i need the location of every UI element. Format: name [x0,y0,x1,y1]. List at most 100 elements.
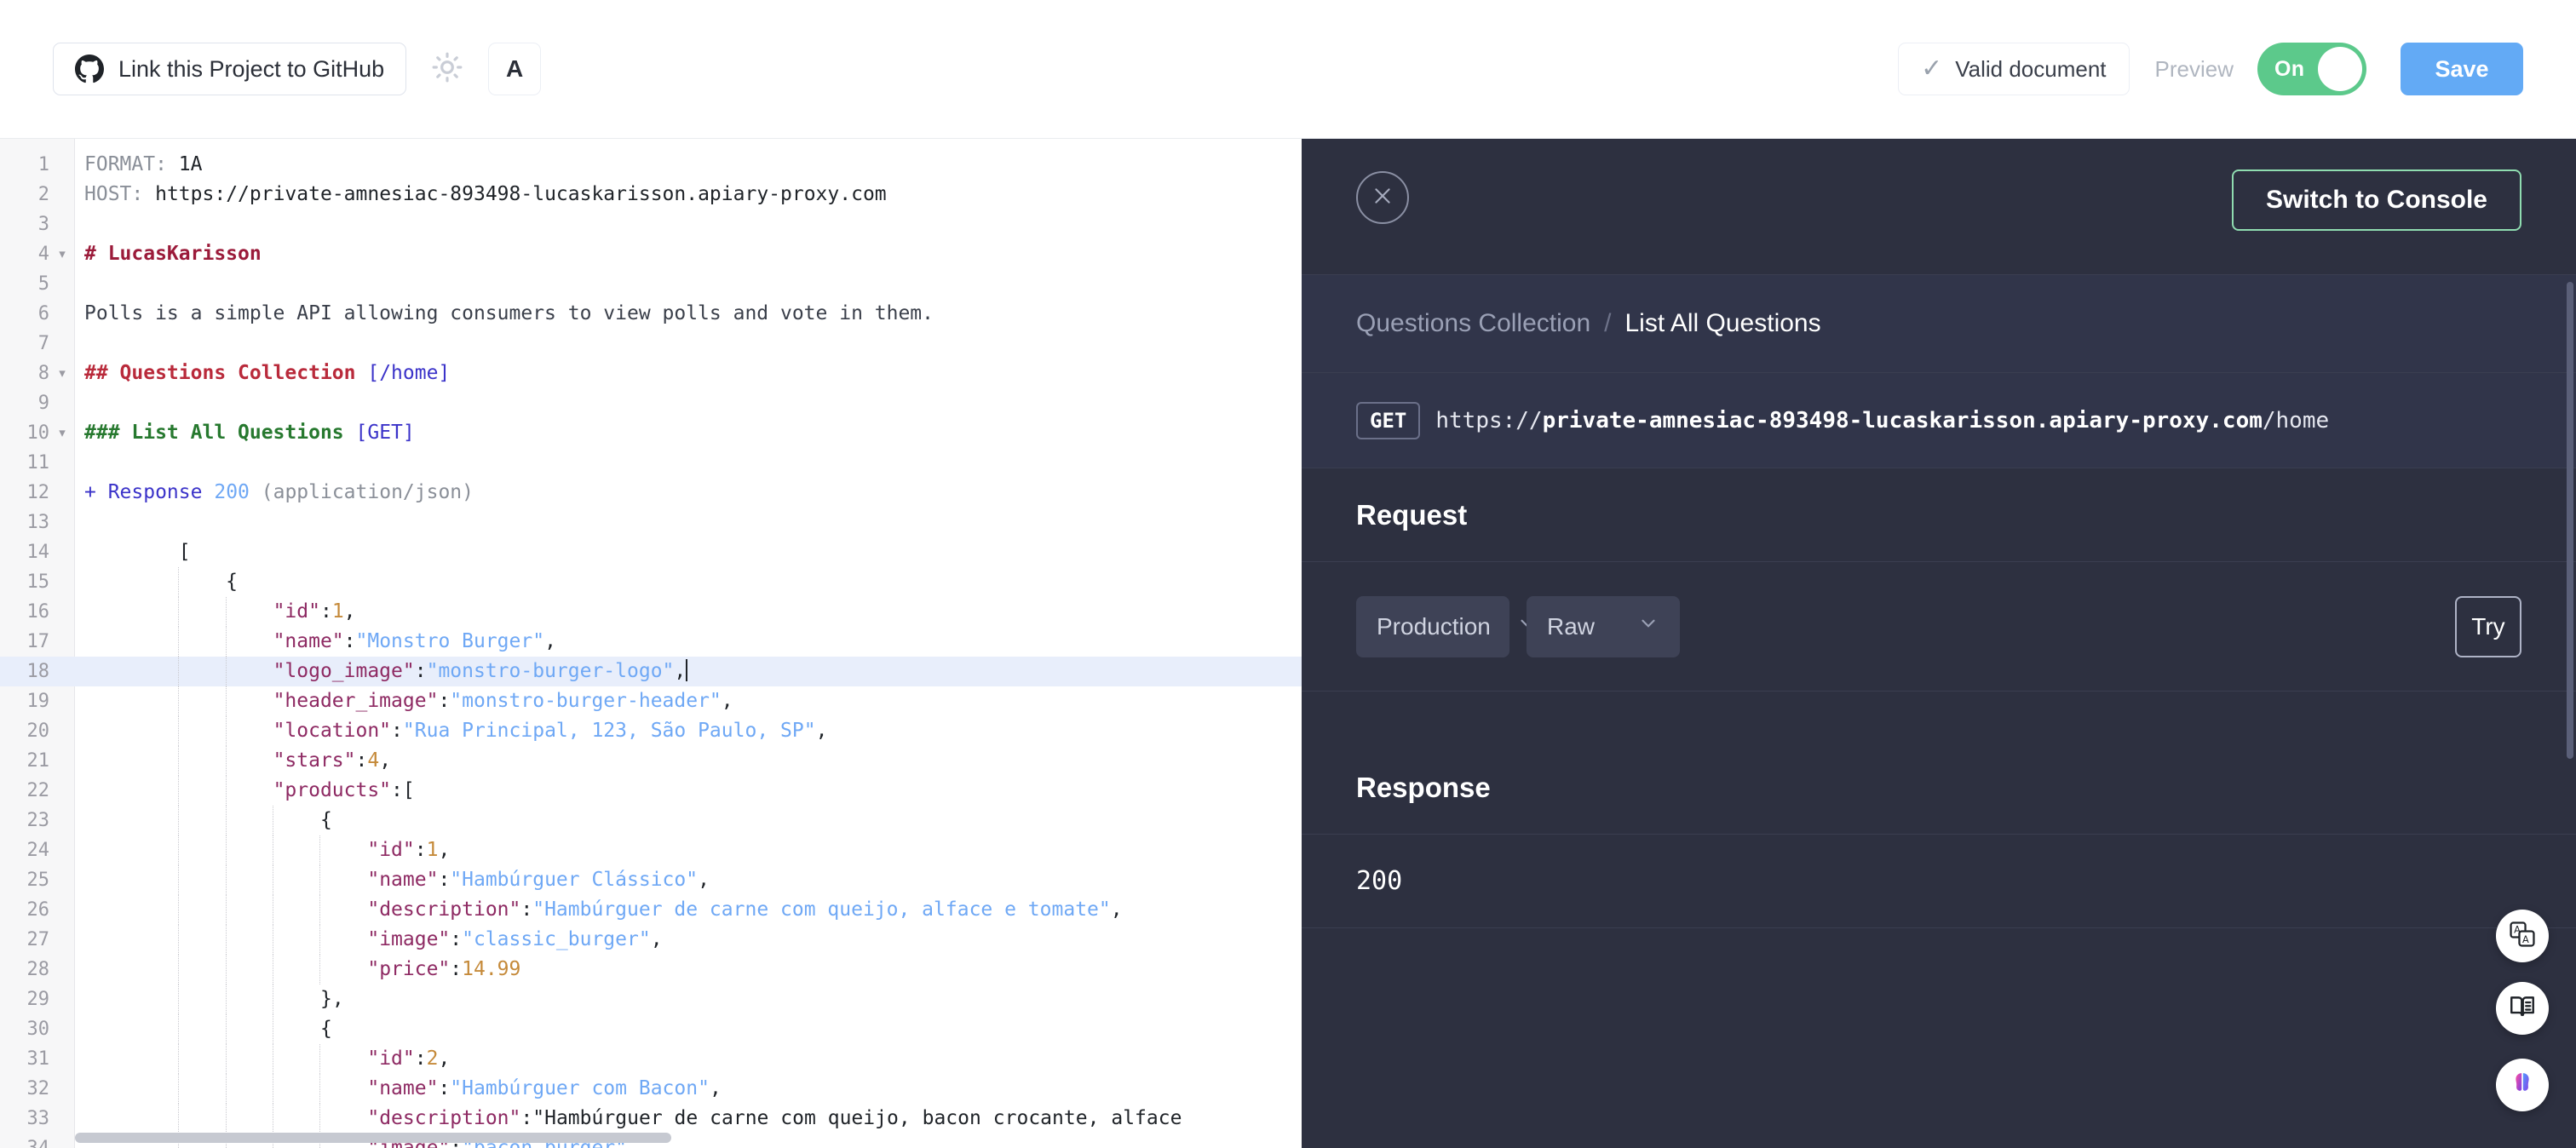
preview-toggle[interactable]: On [2257,43,2366,95]
indent-guide [178,925,180,955]
code-line[interactable]: HOST: https://private-amnesiac-893498-lu… [75,180,887,210]
indent-guide [178,716,180,746]
code-line[interactable]: + Response 200 (application/json) [75,478,474,508]
line-number: 11 [26,452,50,474]
line-number: 31 [26,1048,50,1070]
line-number: 14 [26,542,50,563]
code-line[interactable]: "header_image":"monstro-burger-header", [75,686,733,716]
line-number: 15 [26,571,50,593]
line-number: 21 [26,750,50,772]
api-blueprint-editor[interactable]: 1 2 3 4 ▾ 5 6 7 8 ▾ 9 10 ▾ 11 12 13 14 15 16 17 18 19 20 21 22 23… [0,139,1302,1148]
code-line[interactable]: "description":"Hambúrguer de carne com q… [75,1104,1182,1134]
code-line[interactable]: "description":"Hambúrguer de carne com q… [75,895,1122,925]
line-number: 20 [26,720,50,742]
assistant-fab-button[interactable] [2496,1059,2549,1111]
editor-horizontal-scrollbar[interactable] [75,1133,1293,1143]
indent-guide [319,835,320,865]
code-line[interactable]: "id":2, [75,1044,450,1074]
line-number: 17 [26,631,50,652]
code-line[interactable]: "image":"classic_burger", [75,925,662,955]
code-line[interactable]: Polls is a simple API allowing consumers… [75,299,934,329]
brightness-toggle-button[interactable] [425,47,469,91]
environment-select[interactable]: Production [1356,595,1534,657]
code-line[interactable]: # LucasKarisson [75,239,262,269]
panel-scrollbar[interactable] [2567,282,2573,759]
code-line[interactable] [75,508,84,537]
code-line[interactable]: { [75,567,238,597]
indent-guide [178,597,180,627]
indent-guide [178,1044,180,1074]
brightness-icon [431,51,463,88]
http-method-label: GET [1370,408,1407,433]
indent-guide [225,955,227,984]
breadcrumb-current: List All Questions [1624,309,1821,337]
svg-text:A: A [2522,933,2529,944]
code-line[interactable]: "stars":4, [75,746,392,776]
switch-to-console-button[interactable]: Switch to Console [2231,169,2521,231]
line-number: 6 [37,303,49,324]
format-select[interactable]: Raw [1527,595,1680,657]
indent-guide [225,1104,227,1134]
code-line[interactable]: "name":"Hambúrguer com Bacon", [75,1074,721,1104]
indent-guide [225,627,227,657]
code-line[interactable]: FORMAT: 1A [75,150,203,180]
code-line[interactable]: "name":"Monstro Burger", [75,627,556,657]
code-line[interactable] [75,388,84,418]
code-line[interactable]: { [75,806,332,835]
translate-fab-button[interactable]: A A [2496,910,2549,962]
code-line[interactable]: "products":[ [75,776,415,806]
code-line[interactable]: ### List All Questions [GET] [75,418,415,448]
line-number: 16 [26,601,50,623]
indent-guide [178,895,180,925]
code-line[interactable] [75,269,84,299]
code-line[interactable]: ## Questions Collection [/home] [75,359,450,388]
code-line[interactable] [75,329,84,359]
line-number: 13 [26,512,50,533]
try-request-button[interactable]: Try [2455,596,2521,657]
scrollbar-thumb[interactable] [75,1133,671,1143]
line-number: 32 [26,1078,50,1099]
indent-guide [225,1044,227,1074]
url-path: /home [2262,407,2330,433]
code-line[interactable]: "logo_image":"monstro-burger-logo", [75,657,688,686]
indent-guide [225,716,227,746]
save-button[interactable]: Save [2401,43,2523,95]
code-line[interactable]: }, [75,984,344,1014]
line-number: 33 [26,1108,50,1129]
documentation-fab-button[interactable] [2496,982,2549,1035]
fold-toggle-icon[interactable]: ▾ [55,359,69,388]
line-number: 30 [26,1019,50,1040]
fold-toggle-icon[interactable]: ▾ [55,239,69,269]
breadcrumb-parent[interactable]: Questions Collection [1356,309,1590,338]
line-number: 7 [37,333,49,354]
editor-code-area[interactable]: FORMAT: 1A HOST: https://private-amnesiac… [75,139,1302,1148]
format-select-value: Raw [1547,612,1596,640]
code-line[interactable]: "id":1, [75,597,356,627]
environment-select-value: Production [1377,612,1491,640]
font-size-button[interactable]: A [488,43,542,95]
code-line[interactable]: "price":14.99 [75,955,520,984]
line-number: 22 [26,780,50,801]
close-panel-button[interactable] [1356,171,1409,224]
code-line[interactable]: [ [75,537,191,567]
line-number: 12 [26,482,50,503]
code-line[interactable]: "id":1, [75,835,450,865]
valid-document-label: Valid document [1955,55,2107,82]
code-line[interactable]: "name":"Hambúrguer Clássico", [75,865,710,895]
code-line[interactable] [75,210,84,239]
panel-header: Switch to Console [1302,139,2576,275]
fold-toggle-icon[interactable]: ▾ [55,418,69,448]
indent-guide [225,806,227,835]
line-number: 29 [26,989,50,1010]
line-number: 1 [37,154,49,175]
indent-guide [319,955,320,984]
code-line[interactable]: "location":"Rua Principal, 123, São Paul… [75,716,828,746]
indent-guide [225,1014,227,1044]
response-title-label: Response [1356,771,1491,803]
code-line[interactable] [75,448,84,478]
code-line[interactable]: { [75,1014,332,1044]
save-button-label: Save [2435,55,2489,82]
link-project-to-github-button[interactable]: Link this Project to GitHub [53,43,407,95]
valid-document-status: ✓ Valid document [1898,43,2130,95]
indent-guide [225,657,227,686]
